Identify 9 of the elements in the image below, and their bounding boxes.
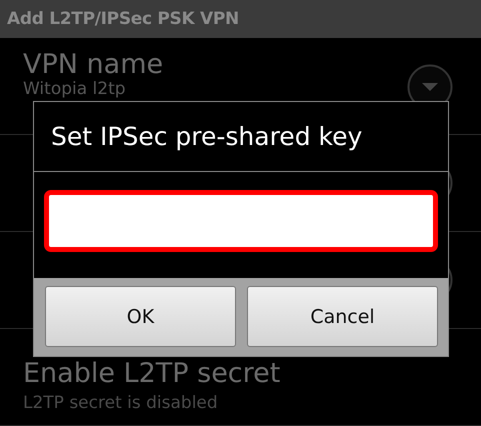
setting-summary: Witopia l2tp bbox=[23, 80, 127, 98]
dialog-button[interactable]: Cancel bbox=[247, 286, 438, 347]
setting-title: VPN name bbox=[23, 50, 164, 80]
setting-summary: L2TP secret is disabled bbox=[23, 392, 219, 415]
input-field[interactable] bbox=[44, 190, 438, 252]
dialog-button[interactable]: OK bbox=[45, 286, 236, 347]
setting-title: Enable L2TP secret bbox=[23, 357, 282, 391]
dialog-title: Set IPSec pre-shared key bbox=[51, 122, 362, 151]
window-title: Add L2TP/IPSec PSK VPN bbox=[7, 9, 239, 29]
